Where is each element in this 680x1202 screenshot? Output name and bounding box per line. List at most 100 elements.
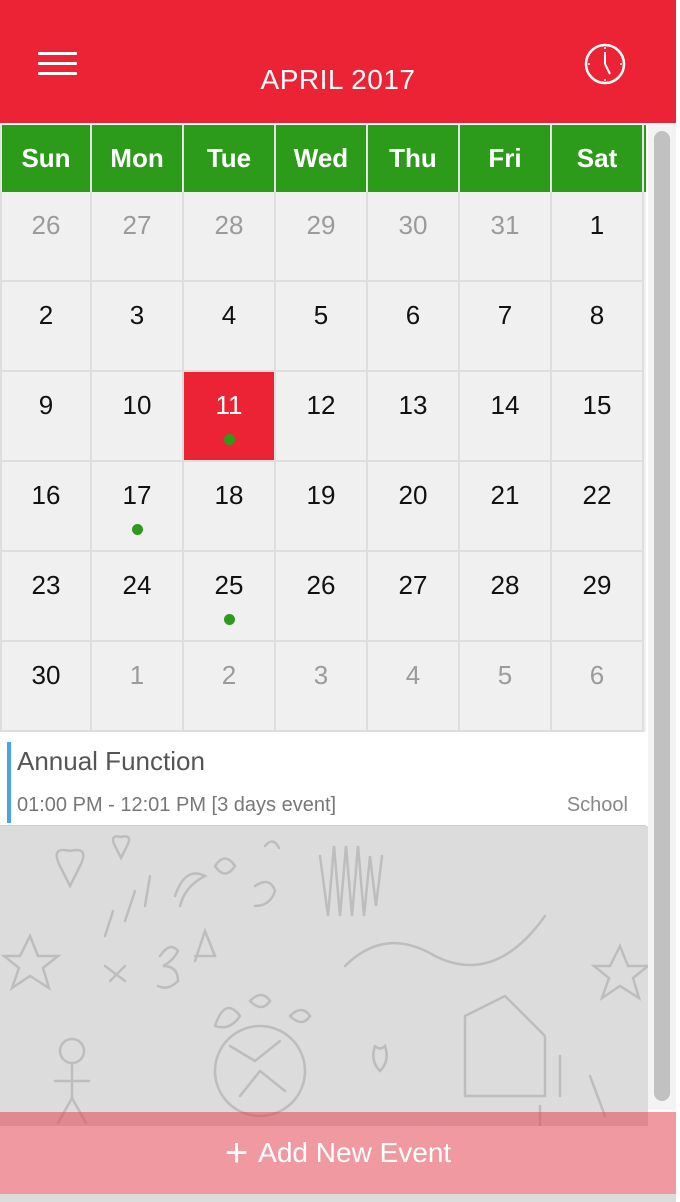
day-cell[interactable]: 28 <box>184 192 276 282</box>
day-cell[interactable]: 9 <box>0 372 92 462</box>
day-number: 26 <box>31 210 61 240</box>
day-cell[interactable]: 29 <box>552 552 644 642</box>
plus-icon: + <box>224 1131 249 1175</box>
event-category: School <box>566 794 628 816</box>
day-cell[interactable]: 23 <box>0 552 92 642</box>
event-indicator-dot <box>132 524 143 535</box>
day-number: 28 <box>490 570 520 600</box>
day-cell[interactable]: 10 <box>92 372 184 462</box>
day-number: 5 <box>497 660 513 690</box>
day-cell[interactable]: 15 <box>552 372 644 462</box>
add-new-event-button[interactable]: + Add New Event <box>0 1112 676 1194</box>
day-number: 9 <box>38 390 54 420</box>
day-number: 1 <box>589 210 605 240</box>
day-cell[interactable]: 14 <box>460 372 552 462</box>
day-number: 31 <box>490 210 520 240</box>
day-cell[interactable]: 8 <box>552 282 644 372</box>
day-cell[interactable]: 1 <box>92 642 184 732</box>
day-cell[interactable]: 20 <box>368 462 460 552</box>
day-cell[interactable]: 26 <box>0 192 92 282</box>
day-cell[interactable]: 5 <box>276 282 368 372</box>
day-cell[interactable]: 5 <box>460 642 552 732</box>
day-cell[interactable]: 13 <box>368 372 460 462</box>
day-number: 29 <box>306 210 336 240</box>
weekday-fri: Fri <box>460 125 552 192</box>
calendar-week: 9 10 11 12 13 14 15 <box>0 372 646 462</box>
day-number: 2 <box>38 300 54 330</box>
month-calendar: Sun Mon Tue Wed Thu Fri Sat 26 27 28 29 30 31 1 2 3 4 5 6… <box>0 125 646 732</box>
day-cell-selected[interactable]: 11 <box>184 372 276 462</box>
day-cell[interactable]: 25 <box>184 552 276 642</box>
day-number: 22 <box>582 480 612 510</box>
weekday-tue: Tue <box>184 125 276 192</box>
day-number: 26 <box>306 570 336 600</box>
day-cell[interactable]: 27 <box>368 552 460 642</box>
scrollbar-thumb[interactable] <box>654 131 670 1101</box>
day-number: 27 <box>398 570 428 600</box>
day-cell[interactable]: 2 <box>184 642 276 732</box>
day-number: 19 <box>306 480 336 510</box>
day-number: 11 <box>215 390 243 420</box>
day-cell[interactable]: 29 <box>276 192 368 282</box>
day-cell[interactable]: 26 <box>276 552 368 642</box>
day-cell[interactable]: 6 <box>552 642 644 732</box>
day-number: 15 <box>582 390 612 420</box>
day-cell[interactable]: 30 <box>368 192 460 282</box>
day-cell[interactable]: 28 <box>460 552 552 642</box>
doodle-background <box>0 826 648 1126</box>
day-number: 29 <box>582 570 612 600</box>
day-cell[interactable]: 24 <box>92 552 184 642</box>
calendar-week: 2 3 4 5 6 7 8 <box>0 282 646 372</box>
day-cell[interactable]: 2 <box>0 282 92 372</box>
day-number: 12 <box>306 390 336 420</box>
day-number: 30 <box>31 660 61 690</box>
calendar-week: 23 24 25 26 27 28 29 <box>0 552 646 642</box>
event-card[interactable]: Annual Function 01:00 PM - 12:01 PM [3 d… <box>0 734 646 827</box>
day-number: 1 <box>129 660 145 690</box>
event-indicator-dot <box>224 434 235 445</box>
day-cell[interactable]: 3 <box>276 642 368 732</box>
day-number: 4 <box>405 660 421 690</box>
weekday-sun: Sun <box>0 125 92 192</box>
clock-icon[interactable] <box>584 43 626 85</box>
app-header: APRIL 2017 <box>0 0 676 123</box>
event-time: 01:00 PM - 12:01 PM [3 days event] <box>17 794 337 816</box>
day-number: 2 <box>221 660 237 690</box>
day-number: 28 <box>214 210 244 240</box>
day-cell[interactable]: 16 <box>0 462 92 552</box>
day-cell[interactable]: 27 <box>92 192 184 282</box>
day-cell[interactable]: 3 <box>92 282 184 372</box>
day-cell[interactable]: 31 <box>460 192 552 282</box>
day-cell[interactable]: 22 <box>552 462 644 552</box>
weekday-header: Sun Mon Tue Wed Thu Fri Sat <box>0 125 646 192</box>
day-number: 23 <box>31 570 61 600</box>
scrollbar[interactable] <box>648 125 676 1110</box>
day-number: 25 <box>214 570 244 600</box>
calendar-week: 16 17 18 19 20 21 22 <box>0 462 646 552</box>
day-cell[interactable]: 4 <box>368 642 460 732</box>
day-number: 21 <box>490 480 520 510</box>
day-number: 13 <box>398 390 428 420</box>
month-title: APRIL 2017 <box>260 64 416 95</box>
weekday-mon: Mon <box>92 125 184 192</box>
day-number: 5 <box>313 300 329 330</box>
day-number: 17 <box>122 480 152 510</box>
day-number: 27 <box>122 210 152 240</box>
day-cell[interactable]: 7 <box>460 282 552 372</box>
day-cell[interactable]: 1 <box>552 192 644 282</box>
day-cell[interactable]: 6 <box>368 282 460 372</box>
day-cell[interactable]: 21 <box>460 462 552 552</box>
day-number: 14 <box>490 390 520 420</box>
day-number: 4 <box>221 300 237 330</box>
weekday-sat: Sat <box>552 125 644 192</box>
day-cell[interactable]: 17 <box>92 462 184 552</box>
day-cell[interactable]: 18 <box>184 462 276 552</box>
day-number: 30 <box>398 210 428 240</box>
add-new-event-label: Add New Event <box>258 1137 452 1168</box>
day-cell[interactable]: 12 <box>276 372 368 462</box>
event-indicator-dot <box>224 614 235 625</box>
day-cell[interactable]: 4 <box>184 282 276 372</box>
day-number: 24 <box>122 570 152 600</box>
day-cell[interactable]: 30 <box>0 642 92 732</box>
day-cell[interactable]: 19 <box>276 462 368 552</box>
